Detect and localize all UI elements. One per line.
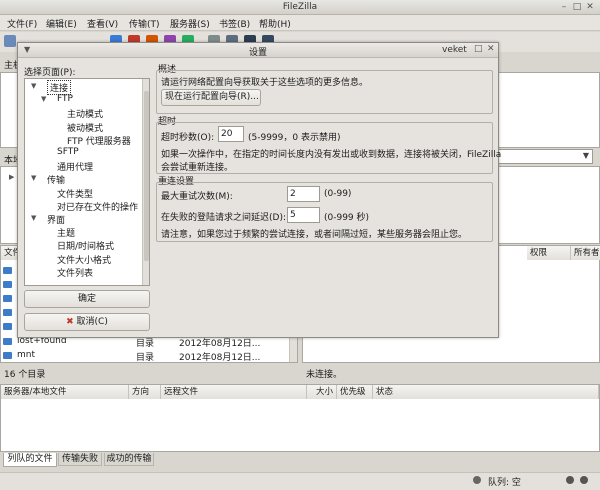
menu-bookmarks[interactable]: 书签(B) (219, 17, 250, 30)
expander-icon[interactable]: ▼ (31, 82, 36, 90)
menu-server[interactable]: 服务器(S) (170, 17, 210, 30)
col-priority[interactable]: 优先级 (337, 385, 373, 399)
tree-item[interactable]: 文件列表 (57, 266, 93, 279)
minimize-icon[interactable]: – (559, 2, 569, 12)
status-led-icon (473, 476, 481, 484)
local-status: 16 个目录 (4, 370, 46, 380)
tree-item[interactable]: 文件类型 (57, 187, 93, 200)
tree-scrollbar-thumb[interactable] (144, 91, 149, 261)
timeout-label: 超时秒数(O): (161, 133, 215, 143)
max-retries-hint: (0-99) (324, 189, 352, 199)
expander-icon[interactable]: ▼ (31, 174, 36, 182)
retry-delay-input[interactable]: 5 (287, 207, 320, 223)
chevron-down-icon[interactable]: ▼ (583, 151, 589, 160)
tree-item[interactable]: 通用代理 (57, 160, 93, 173)
max-retries-label: 最大重试次数(M): (161, 192, 233, 202)
menu-edit[interactable]: 编辑(E) (46, 17, 77, 30)
folder-icon (3, 323, 12, 330)
tab-queued-files[interactable]: 列队的文件 (3, 453, 57, 467)
download-led-icon (580, 476, 588, 484)
menubar: 文件(F) 编辑(E) 查看(V) 传输(T) 服务器(S) 书签(B) 帮助(… (0, 15, 600, 31)
upload-led-icon (566, 476, 574, 484)
expander-icon[interactable]: ▶ (9, 173, 14, 181)
settings-tree[interactable]: ▼ 连接 ▼ FTP 主动模式 被动模式 FTP 代理服务器 SFTP 通用代理 ▼ 传输 文件类型对… (24, 78, 150, 286)
folder-icon (3, 338, 12, 345)
tree-item[interactable]: SFTP (57, 147, 79, 157)
dialog-maximize-icon[interactable]: □ (474, 44, 483, 54)
tree-item[interactable]: FTP (57, 94, 73, 104)
timeout-input[interactable]: 20 (218, 126, 244, 142)
site-manager-icon[interactable] (4, 35, 16, 47)
tree-item[interactable]: 连接 (47, 80, 72, 95)
menu-transfer[interactable]: 传输(T) (129, 17, 160, 30)
tree-item[interactable]: 主题 (57, 226, 75, 239)
select-page-label: 选择页面(P): (24, 68, 76, 78)
cancel-button[interactable]: ✖ 取消(C) (24, 313, 150, 331)
folder-icon (3, 352, 12, 359)
ok-button[interactable]: 确定 (24, 290, 150, 308)
col-permissions[interactable]: 权限 (527, 246, 571, 260)
dialog-user: veket (442, 45, 467, 55)
menu-help[interactable]: 帮助(H) (259, 17, 291, 30)
transfer-queue[interactable]: 服务器/本地文件 方向 远程文件 大小 优先级 状态 (0, 384, 600, 452)
file-name[interactable]: mnt (17, 350, 35, 360)
menu-file[interactable]: 文件(F) (7, 17, 37, 30)
expander-icon[interactable]: ▼ (31, 214, 36, 222)
tab-successful-transfers[interactable]: 成功的传输 (104, 453, 154, 466)
tree-item[interactable]: 文件大小格式 (57, 253, 111, 266)
maximize-icon[interactable]: □ (572, 2, 582, 12)
tree-item[interactable]: 对已存在文件的操作 (57, 200, 138, 213)
queue-status: 队列: 空 (488, 478, 521, 488)
folder-icon (3, 267, 12, 274)
dialog-titlebar: ▼ 设置 veket □ ✕ (18, 43, 498, 58)
remote-status: 未连接。 (306, 370, 343, 380)
menu-view[interactable]: 查看(V) (87, 17, 118, 30)
folder-icon (3, 281, 12, 288)
expander-icon[interactable]: ▼ (41, 95, 46, 103)
window-title: FileZilla (282, 2, 318, 12)
cancel-icon: ✖ (66, 317, 74, 327)
dialog-title: 设置 (248, 48, 267, 58)
tree-item[interactable]: 传输 (47, 173, 65, 186)
tree-item[interactable]: FTP 代理服务器 (67, 134, 131, 147)
reconnect-note: 请注意，如果您过于频繁的尝试连接，或者间隔过短，某些服务器会阻止您。 (161, 230, 468, 240)
timeout-desc-line2: 会尝试重新连接。 (161, 163, 234, 173)
run-wizard-button[interactable]: 现在运行配置向导(R)... (161, 89, 261, 106)
file-type: 目录 (136, 353, 155, 363)
col-size[interactable]: 大小 (307, 385, 337, 399)
max-retries-input[interactable]: 2 (287, 186, 320, 202)
col-remote-file[interactable]: 远程文件 (161, 385, 307, 399)
tree-item[interactable]: 日期/时间格式 (57, 239, 114, 252)
tab-failed-transfers[interactable]: 传输失败 (58, 453, 102, 466)
settings-dialog: ▼ 设置 veket □ ✕ 选择页面(P): ▼ 连接 ▼ FTP 主动模式 被动模式 F… (17, 42, 502, 338)
tree-item[interactable]: 界面 (47, 213, 65, 226)
tree-scrollbar[interactable] (142, 79, 149, 285)
file-date: 2012年08月12日... (179, 353, 261, 363)
col-owner[interactable]: 所有者 (571, 246, 600, 260)
col-server-local[interactable]: 服务器/本地文件 (1, 385, 129, 399)
col-status[interactable]: 状态 (373, 385, 599, 399)
timeout-hint: (5-9999，0 表示禁用) (248, 133, 341, 143)
folder-icon (3, 309, 12, 316)
close-icon[interactable]: ✕ (585, 2, 595, 12)
cancel-label: 取消(C) (76, 317, 108, 327)
timeout-desc-line1: 如果一次操作中，在指定的时间长度内没有发出或收到数据，连接将被关闭，FileZi… (161, 150, 502, 160)
retry-delay-label: 在失败的登陆请求之间延迟(D): (161, 213, 286, 223)
dialog-close-icon[interactable]: ✕ (487, 44, 495, 54)
tree-item[interactable]: 主动模式 (67, 107, 103, 120)
tree-item[interactable]: 被动模式 (67, 121, 103, 134)
col-direction[interactable]: 方向 (129, 385, 161, 399)
folder-icon (3, 295, 12, 302)
main-titlebar: FileZilla – □ ✕ (0, 0, 600, 15)
overview-desc: 请运行网络配置向导获取关于这些选项的更多信息。 (161, 78, 369, 88)
retry-delay-hint: (0-999 秒) (324, 213, 370, 223)
